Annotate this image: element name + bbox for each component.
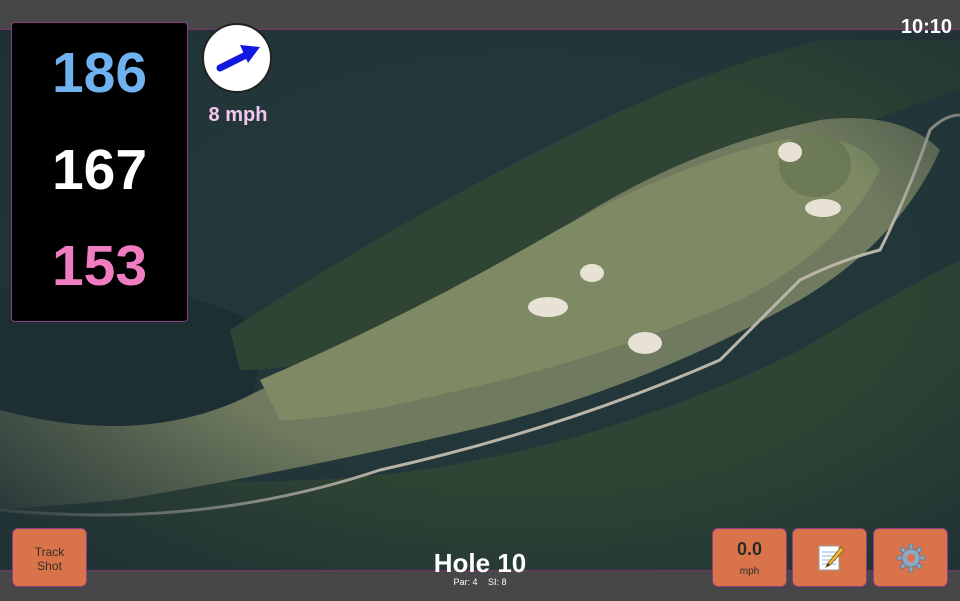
hole-title: Hole 10 [433, 548, 527, 578]
speed-button[interactable]: 0.0 mph [712, 528, 787, 587]
clock: 10:10 [900, 16, 952, 38]
center-distance: 167 [51, 138, 148, 202]
track-shot-label-line1: Track [34, 545, 65, 559]
gear-icon [896, 543, 926, 573]
arrow-icon [216, 45, 260, 72]
speed-unit: mph [739, 566, 760, 577]
front-distance: 153 [51, 234, 148, 298]
back-distance: 186 [51, 41, 148, 105]
hole-stroke-index: SI: 8 [488, 577, 507, 587]
track-shot-label-line2: Shot [37, 559, 62, 573]
settings-button[interactable] [873, 528, 948, 587]
wind-speed: 8 mph [208, 104, 268, 126]
distance-panel: 186 167 153 [11, 22, 188, 322]
hole-info: Par: 4 SI: 8 [380, 577, 580, 588]
wind-indicator [202, 23, 272, 93]
track-shot-button[interactable]: Track Shot [12, 528, 87, 587]
notepad-icon [818, 545, 845, 571]
hole-par: Par: 4 [453, 577, 478, 587]
speed-value: 0.0 [736, 539, 763, 559]
track-shot-label: Track Shot [13, 545, 86, 573]
notes-button[interactable] [792, 528, 867, 587]
